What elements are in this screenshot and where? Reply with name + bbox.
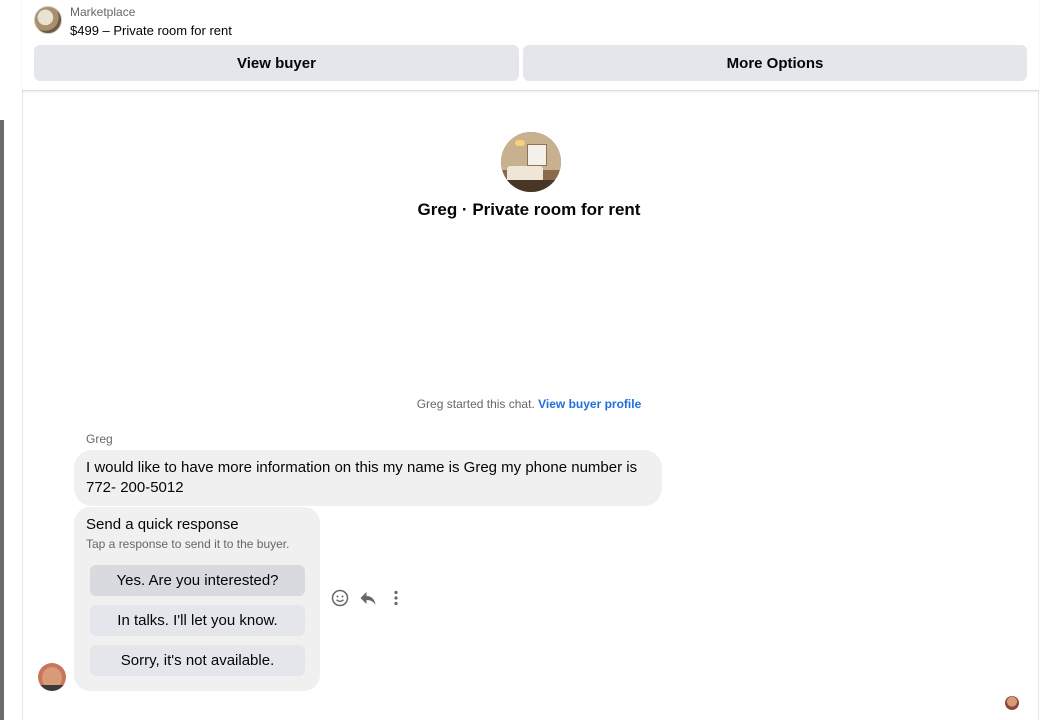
listing-thumbnail[interactable] (34, 6, 62, 34)
quick-response-yes-button[interactable]: Yes. Are you interested? (90, 565, 305, 596)
conversation-title: Greg · Private room for rent (417, 200, 641, 219)
panel-border-right (1038, 0, 1039, 720)
sender-avatar[interactable] (38, 663, 66, 691)
quick-response-in-talks-button[interactable]: In talks. I'll let you know. (90, 605, 305, 636)
message-actions (330, 588, 406, 608)
chat-started-notice: Greg started this chat. View buyer profi… (0, 397, 1058, 411)
chat-started-text: Greg started this chat. (416, 397, 539, 411)
listing-title[interactable]: $499 – Private room for rent (70, 23, 232, 38)
message-sender-name: Greg (86, 432, 113, 446)
more-icon[interactable] (386, 588, 406, 608)
quick-response-card: Send a quick response Tap a response to … (74, 507, 320, 691)
emoji-icon[interactable] (330, 588, 350, 608)
reply-icon[interactable] (358, 588, 378, 608)
view-buyer-profile-link[interactable]: View buyer profile (538, 397, 641, 411)
more-options-button[interactable]: More Options (523, 45, 1027, 81)
marketplace-label: Marketplace (70, 5, 136, 19)
quick-response-not-available-button[interactable]: Sorry, it's not available. (90, 645, 305, 676)
panel-border-left (22, 0, 23, 720)
read-receipt-avatar (1005, 696, 1019, 710)
quick-response-title: Send a quick response (86, 516, 239, 533)
quick-response-subtitle: Tap a response to send it to the buyer. (86, 537, 290, 551)
listing-header: Marketplace $499 – Private room for rent… (22, 0, 1039, 91)
view-buyer-button[interactable]: View buyer (34, 45, 519, 81)
listing-avatar[interactable] (501, 132, 561, 192)
message-bubble[interactable]: I would like to have more information on… (74, 450, 662, 506)
